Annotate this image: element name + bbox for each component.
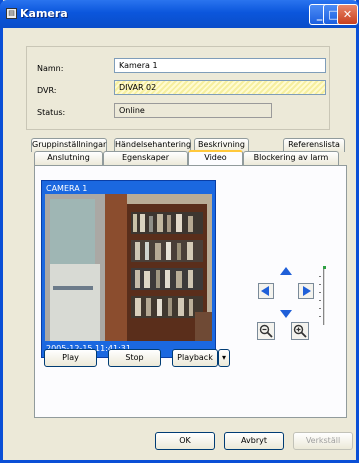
name-field[interactable]: Kamera 1 (114, 58, 326, 73)
arrow-left-icon (261, 286, 269, 296)
zoom-out-icon (259, 324, 273, 338)
tab-anslutning[interactable]: Anslutning (34, 151, 103, 165)
dvr-label: DVR: (37, 86, 57, 95)
apply-button: Verkställ (293, 432, 353, 450)
kamera-dialog: ▤ Kamera _ □ ✕ Namn: Kamera 1 DVR: DIVAR… (0, 0, 359, 463)
slider-tick (319, 316, 321, 317)
arrow-right-icon (303, 286, 311, 296)
video-image (45, 194, 212, 341)
cancel-button[interactable]: Avbryt (224, 432, 284, 450)
tab-blockering-av-larm[interactable]: Blockering av larm (243, 151, 339, 165)
tab-video[interactable]: Video (188, 150, 243, 165)
chevron-down-icon: ▾ (221, 353, 226, 362)
slider-thumb[interactable] (323, 266, 326, 269)
zoom-in-button[interactable] (291, 322, 309, 340)
zoom-slider[interactable] (323, 268, 326, 325)
ptz-right-button[interactable] (298, 283, 314, 299)
camera-video-feed[interactable] (45, 194, 212, 341)
slider-tick (319, 308, 321, 309)
tab-egenskaper[interactable]: Egenskaper (103, 151, 188, 165)
zoom-in-icon (293, 324, 307, 338)
arrow-up-icon (280, 267, 292, 275)
ptz-left-button[interactable] (258, 283, 274, 299)
ptz-down-button[interactable] (278, 305, 294, 321)
play-button[interactable]: Play (44, 349, 97, 367)
dvr-field[interactable]: DIVAR 02 (114, 80, 326, 95)
zoom-out-button[interactable] (257, 322, 275, 340)
title-bar[interactable]: ▤ Kamera _ □ ✕ (0, 0, 359, 28)
playback-button[interactable]: Playback (172, 349, 218, 367)
ptz-up-button[interactable] (278, 264, 294, 280)
slider-tick (319, 292, 321, 293)
window-icon: ▤ (6, 8, 17, 19)
ok-button[interactable]: OK (155, 432, 215, 450)
tab-handelsehantering[interactable]: Händelsehantering (114, 138, 191, 152)
arrow-down-icon (280, 310, 292, 318)
stop-button[interactable]: Stop (108, 349, 161, 367)
status-label: Status: (37, 108, 66, 117)
video-frame: CAMERA 1 (41, 180, 216, 358)
tab-referenslista[interactable]: Referenslista (283, 138, 345, 152)
camera-name-overlay: CAMERA 1 (46, 184, 88, 193)
playback-dropdown-button[interactable]: ▾ (218, 349, 230, 367)
slider-tick (319, 300, 321, 301)
status-field: Online (114, 103, 272, 118)
tab-gruppinstallningar[interactable]: Gruppinställningar (31, 138, 107, 152)
name-label: Namn: (37, 64, 64, 73)
window-title: Kamera (20, 7, 68, 20)
slider-tick (319, 284, 321, 285)
close-button[interactable]: ✕ (337, 4, 358, 25)
slider-tick (319, 276, 321, 277)
